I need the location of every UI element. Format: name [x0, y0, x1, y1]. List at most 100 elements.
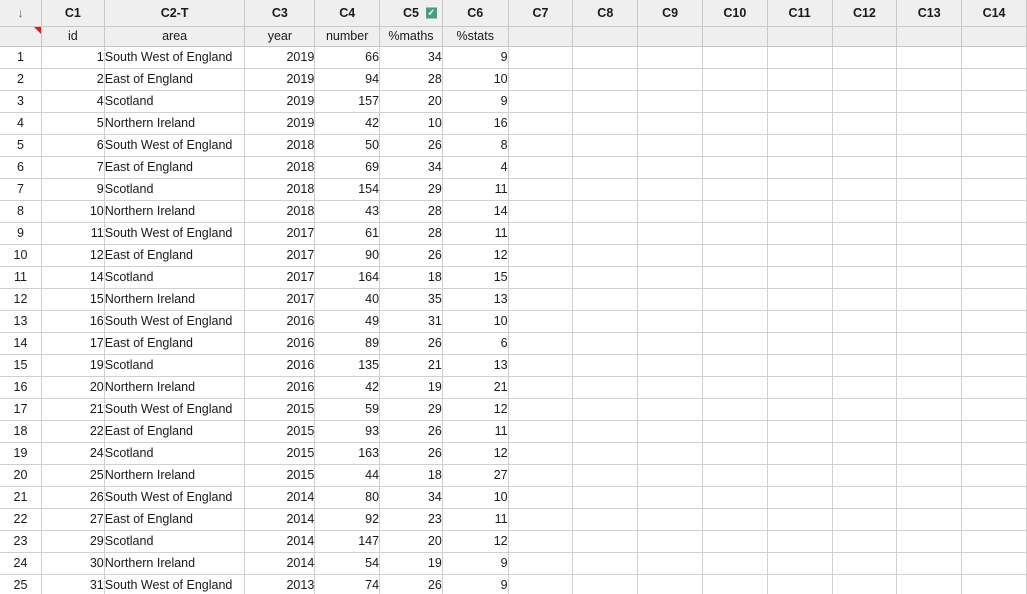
column-name-cell-c7[interactable] [508, 26, 574, 47]
cell-c14[interactable] [961, 376, 1027, 399]
cell-c6[interactable]: 12 [442, 244, 509, 267]
cell-c14[interactable] [961, 420, 1027, 443]
cell-c2-t[interactable]: South West of England [104, 134, 246, 157]
row-number-cell[interactable]: 5 [0, 134, 42, 157]
cell-c1[interactable]: 10 [41, 200, 105, 223]
cell-c6[interactable]: 12 [442, 398, 509, 421]
cell-c9[interactable] [637, 552, 703, 575]
cell-c3[interactable]: 2015 [244, 398, 316, 421]
cell-c12[interactable] [832, 46, 898, 69]
column-name-cell-c4[interactable]: number [314, 26, 381, 47]
cell-c12[interactable] [832, 134, 898, 157]
cell-c7[interactable] [508, 420, 574, 443]
cell-c11[interactable] [767, 90, 833, 113]
cell-c11[interactable] [767, 244, 833, 267]
cell-c12[interactable] [832, 90, 898, 113]
cell-c4[interactable]: 89 [314, 332, 381, 355]
cell-c2-t[interactable]: South West of England [104, 46, 246, 69]
cell-c3[interactable]: 2017 [244, 288, 316, 311]
cell-c12[interactable] [832, 376, 898, 399]
cell-c1[interactable]: 14 [41, 266, 105, 289]
cell-c10[interactable] [702, 156, 768, 179]
cell-c11[interactable] [767, 332, 833, 355]
cell-c3[interactable]: 2017 [244, 222, 316, 245]
cell-c13[interactable] [896, 464, 963, 487]
cell-c6[interactable]: 9 [442, 574, 509, 594]
cell-c13[interactable] [896, 486, 963, 509]
cell-c6[interactable]: 14 [442, 200, 509, 223]
cell-c10[interactable] [702, 376, 768, 399]
column-name-cell-c3[interactable]: year [244, 26, 316, 47]
cell-c13[interactable] [896, 508, 963, 531]
cell-c8[interactable] [572, 178, 639, 201]
cell-c10[interactable] [702, 288, 768, 311]
cell-c5[interactable]: 31 [379, 310, 443, 333]
cell-c5[interactable]: 20 [379, 530, 443, 553]
cell-c12[interactable] [832, 530, 898, 553]
cell-c6[interactable]: 27 [442, 464, 509, 487]
cell-c8[interactable] [572, 442, 639, 465]
cell-c7[interactable] [508, 552, 574, 575]
cell-c5[interactable]: 18 [379, 464, 443, 487]
cell-c8[interactable] [572, 46, 639, 69]
cell-c2-t[interactable]: South West of England [104, 486, 246, 509]
cell-c5[interactable]: 35 [379, 288, 443, 311]
column-header-c8[interactable]: C8 [572, 0, 639, 27]
cell-c10[interactable] [702, 398, 768, 421]
row-number-cell[interactable]: 8 [0, 200, 42, 223]
cell-c9[interactable] [637, 244, 703, 267]
cell-c7[interactable] [508, 464, 574, 487]
cell-c11[interactable] [767, 266, 833, 289]
cell-c7[interactable] [508, 244, 574, 267]
cell-c3[interactable]: 2015 [244, 442, 316, 465]
cell-c14[interactable] [961, 112, 1027, 135]
cell-c4[interactable]: 93 [314, 420, 381, 443]
cell-c9[interactable] [637, 464, 703, 487]
cell-c5[interactable]: 28 [379, 68, 443, 91]
row-number-cell[interactable]: 24 [0, 552, 42, 575]
cell-c5[interactable]: 26 [379, 442, 443, 465]
row-number-cell[interactable]: 2 [0, 68, 42, 91]
column-name-cell-c9[interactable] [637, 26, 703, 47]
cell-c5[interactable]: 28 [379, 222, 443, 245]
cell-c3[interactable]: 2015 [244, 464, 316, 487]
cell-c14[interactable] [961, 508, 1027, 531]
column-name-cell-c6[interactable]: %stats [442, 26, 509, 47]
cell-c14[interactable] [961, 90, 1027, 113]
cell-c4[interactable]: 50 [314, 134, 381, 157]
cell-c11[interactable] [767, 530, 833, 553]
table-row[interactable]: 3 4 Scotland 2019 157 20 9 [0, 90, 1027, 113]
cell-c9[interactable] [637, 442, 703, 465]
cell-c6[interactable]: 10 [442, 68, 509, 91]
cell-c12[interactable] [832, 68, 898, 91]
cell-c4[interactable]: 42 [314, 112, 381, 135]
cell-c14[interactable] [961, 46, 1027, 69]
cell-c14[interactable] [961, 200, 1027, 223]
cell-c8[interactable] [572, 376, 639, 399]
cell-c2-t[interactable]: South West of England [104, 398, 246, 421]
cell-c13[interactable] [896, 420, 963, 443]
cell-c5[interactable]: 20 [379, 90, 443, 113]
cell-c8[interactable] [572, 156, 639, 179]
cell-c10[interactable] [702, 508, 768, 531]
cell-c14[interactable] [961, 574, 1027, 594]
cell-c5[interactable]: 26 [379, 134, 443, 157]
cell-c4[interactable]: 163 [314, 442, 381, 465]
cell-c6[interactable]: 11 [442, 508, 509, 531]
cell-c11[interactable] [767, 68, 833, 91]
cell-c14[interactable] [961, 266, 1027, 289]
cell-c3[interactable]: 2013 [244, 574, 316, 594]
cell-c8[interactable] [572, 90, 639, 113]
cell-c1[interactable]: 24 [41, 442, 105, 465]
cell-c1[interactable]: 31 [41, 574, 105, 594]
cell-c7[interactable] [508, 156, 574, 179]
row-number-cell[interactable]: 9 [0, 222, 42, 245]
cell-c9[interactable] [637, 486, 703, 509]
cell-c4[interactable]: 90 [314, 244, 381, 267]
cell-c2-t[interactable]: Scotland [104, 530, 246, 553]
column-header-c9[interactable]: C9 [637, 0, 703, 27]
cell-c8[interactable] [572, 354, 639, 377]
check-badge-icon[interactable]: ✓ [425, 7, 437, 19]
cell-c5[interactable]: 29 [379, 178, 443, 201]
cell-c14[interactable] [961, 134, 1027, 157]
